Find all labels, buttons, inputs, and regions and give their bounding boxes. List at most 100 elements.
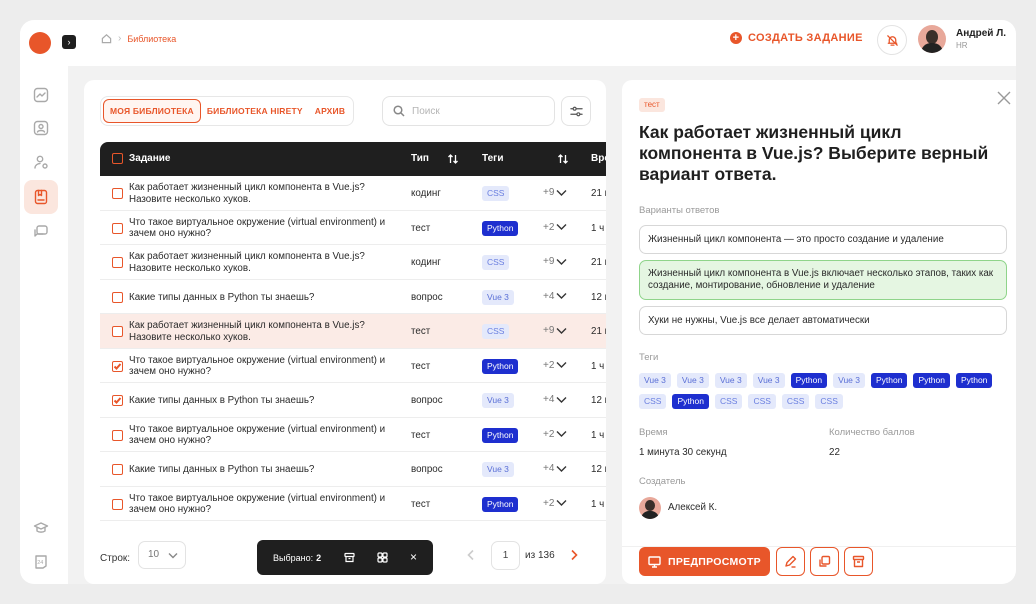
row-more-tags[interactable]: +9: [543, 325, 567, 336]
edit-button[interactable]: [776, 547, 805, 576]
avatar[interactable]: [918, 25, 946, 53]
row-checkbox[interactable]: [112, 360, 123, 372]
tag-chip: CSS: [748, 394, 776, 409]
answer-option[interactable]: Хуки не нужны, Vue.js все делает автомат…: [639, 306, 1007, 335]
row-more-tags[interactable]: +4: [543, 291, 567, 302]
row-more-tags[interactable]: +9: [543, 187, 567, 198]
page-total: из 136: [525, 550, 555, 561]
row-checkbox[interactable]: [112, 429, 123, 441]
preview-button[interactable]: ПРЕДПРОСМОТР: [639, 547, 770, 576]
tab-hirety-library[interactable]: БИБЛИОТЕКА HIRETY: [201, 99, 309, 123]
sort-type-icon[interactable]: [447, 153, 459, 165]
answer-option-correct[interactable]: Жизненный цикл компонента в Vue.js включ…: [639, 260, 1007, 300]
user-settings-icon[interactable]: [24, 145, 58, 179]
tag-chip: Python: [955, 373, 993, 388]
education-icon[interactable]: [24, 511, 58, 545]
tab-archive[interactable]: АРХИВ: [309, 99, 351, 123]
profile-icon[interactable]: [24, 111, 58, 145]
tag-chip: Vue 3: [639, 373, 671, 388]
search-icon: [393, 105, 405, 117]
row-checkbox[interactable]: [112, 257, 123, 268]
row-checkbox[interactable]: [112, 464, 123, 475]
row-checkbox[interactable]: [112, 291, 123, 303]
table-row[interactable]: Что такое виртуальное окружение (virtual…: [100, 418, 606, 452]
table-row[interactable]: Какие типы данных в Python ты знаешь? воп…: [100, 452, 606, 487]
row-tag: Python: [482, 220, 519, 236]
chevron-down-icon: [556, 500, 567, 506]
page-input[interactable]: 1: [491, 541, 520, 570]
row-checkbox[interactable]: [112, 498, 123, 510]
library-card: МОЯ БИБЛИОТЕКА БИБЛИОТЕКА HIRETY АРХИВ З…: [84, 80, 606, 584]
row-more-tags[interactable]: +4: [543, 463, 567, 474]
sidebar: 24: [20, 20, 68, 584]
table-row[interactable]: Какие типы данных в Python ты знаешь? воп…: [100, 280, 606, 314]
prev-page-button[interactable]: [467, 548, 477, 561]
table-row[interactable]: Как работает жизненный цикл компонента в…: [100, 245, 606, 280]
row-task: Что такое виртуальное окружение (virtual…: [129, 216, 386, 240]
archive-button[interactable]: [844, 547, 873, 576]
close-icon[interactable]: ×: [410, 550, 417, 564]
tab-my-library[interactable]: МОЯ БИБЛИОТЕКА: [103, 99, 201, 123]
filter-button[interactable]: [561, 96, 591, 126]
row-task: Как работает жизненный цикл компонента в…: [129, 182, 365, 205]
row-more-tags[interactable]: +4: [543, 394, 567, 405]
notifications-button[interactable]: [877, 25, 907, 55]
group-icon[interactable]: [377, 552, 388, 563]
select-all-checkbox[interactable]: [112, 153, 123, 164]
expand-sidebar-icon[interactable]: ›: [62, 35, 76, 49]
create-task-button[interactable]: + СОЗДАТЬ ЗАДАНИЕ: [730, 32, 863, 44]
creator-name: Алексей К.: [668, 502, 718, 513]
copy-button[interactable]: [810, 547, 839, 576]
row-more-tags[interactable]: +2: [543, 222, 567, 233]
row-task: Как работает жизненный цикл компонента в…: [129, 320, 365, 343]
chevron-down-icon: [168, 553, 178, 559]
rows-label: Строк:: [100, 553, 131, 564]
table-row[interactable]: Что такое виртуальное окружение (virtual…: [100, 487, 606, 521]
dashboard-icon[interactable]: [24, 78, 58, 112]
chevron-down-icon: [556, 396, 567, 403]
search-input[interactable]: [412, 105, 542, 117]
table-footer: Строк: 10 Выбрано: 2 × 1 из 136: [84, 538, 606, 584]
table-row[interactable]: Какие типы данных в Python ты знаешь? воп…: [100, 383, 606, 418]
table-row[interactable]: Как работает жизненный цикл компонента в…: [100, 314, 606, 349]
breadcrumb: › Библиотека: [101, 33, 176, 44]
chevron-left-icon: [467, 549, 474, 561]
table-row[interactable]: Что такое виртуальное окружение (virtual…: [100, 349, 606, 383]
answer-option[interactable]: Жизненный цикл компонента — это просто с…: [639, 225, 1007, 254]
next-page-button[interactable]: [570, 548, 578, 566]
rows-per-page-select[interactable]: 10: [138, 541, 186, 569]
close-icon: [997, 91, 1011, 105]
breadcrumb-current[interactable]: Библиотека: [127, 34, 176, 44]
chat-icon[interactable]: [24, 215, 58, 249]
archive-icon[interactable]: [344, 552, 355, 563]
close-panel-button[interactable]: [996, 90, 1012, 106]
row-checkbox[interactable]: [112, 222, 123, 234]
column-type[interactable]: Тип: [411, 153, 429, 164]
row-checkbox[interactable]: [112, 188, 123, 199]
row-more-tags[interactable]: +2: [543, 498, 567, 509]
table-row[interactable]: Что такое виртуальное окружение (virtual…: [100, 211, 606, 245]
tag-chip: CSS: [815, 394, 843, 409]
column-tags: Теги: [482, 153, 504, 164]
table-header: Задание Тип Теги Время: [100, 142, 606, 176]
row-more-tags[interactable]: +2: [543, 429, 567, 440]
pencil-icon: [785, 555, 797, 568]
score-label: Количество баллов: [829, 427, 915, 438]
row-more-tags[interactable]: +9: [543, 256, 567, 267]
tags-label: Теги: [639, 352, 659, 363]
row-time: 21 мая: [591, 326, 606, 337]
tasks-table: Задание Тип Теги Время Как работает жизн…: [100, 142, 606, 521]
home-icon[interactable]: [101, 33, 112, 44]
row-more-tags[interactable]: +2: [543, 360, 567, 371]
library-icon[interactable]: [24, 180, 58, 214]
row-checkbox[interactable]: [112, 326, 123, 337]
sort-tags-icon[interactable]: [557, 153, 569, 165]
column-time[interactable]: Время: [591, 153, 606, 164]
table-row[interactable]: Как работает жизненный цикл компонента в…: [100, 176, 606, 211]
row-checkbox[interactable]: [112, 395, 123, 406]
support-24-icon[interactable]: 24: [24, 545, 58, 579]
chevron-down-icon: [556, 327, 567, 334]
svg-text:24: 24: [37, 560, 43, 566]
tag-chip: Python: [790, 373, 828, 388]
search-box: [382, 96, 555, 126]
